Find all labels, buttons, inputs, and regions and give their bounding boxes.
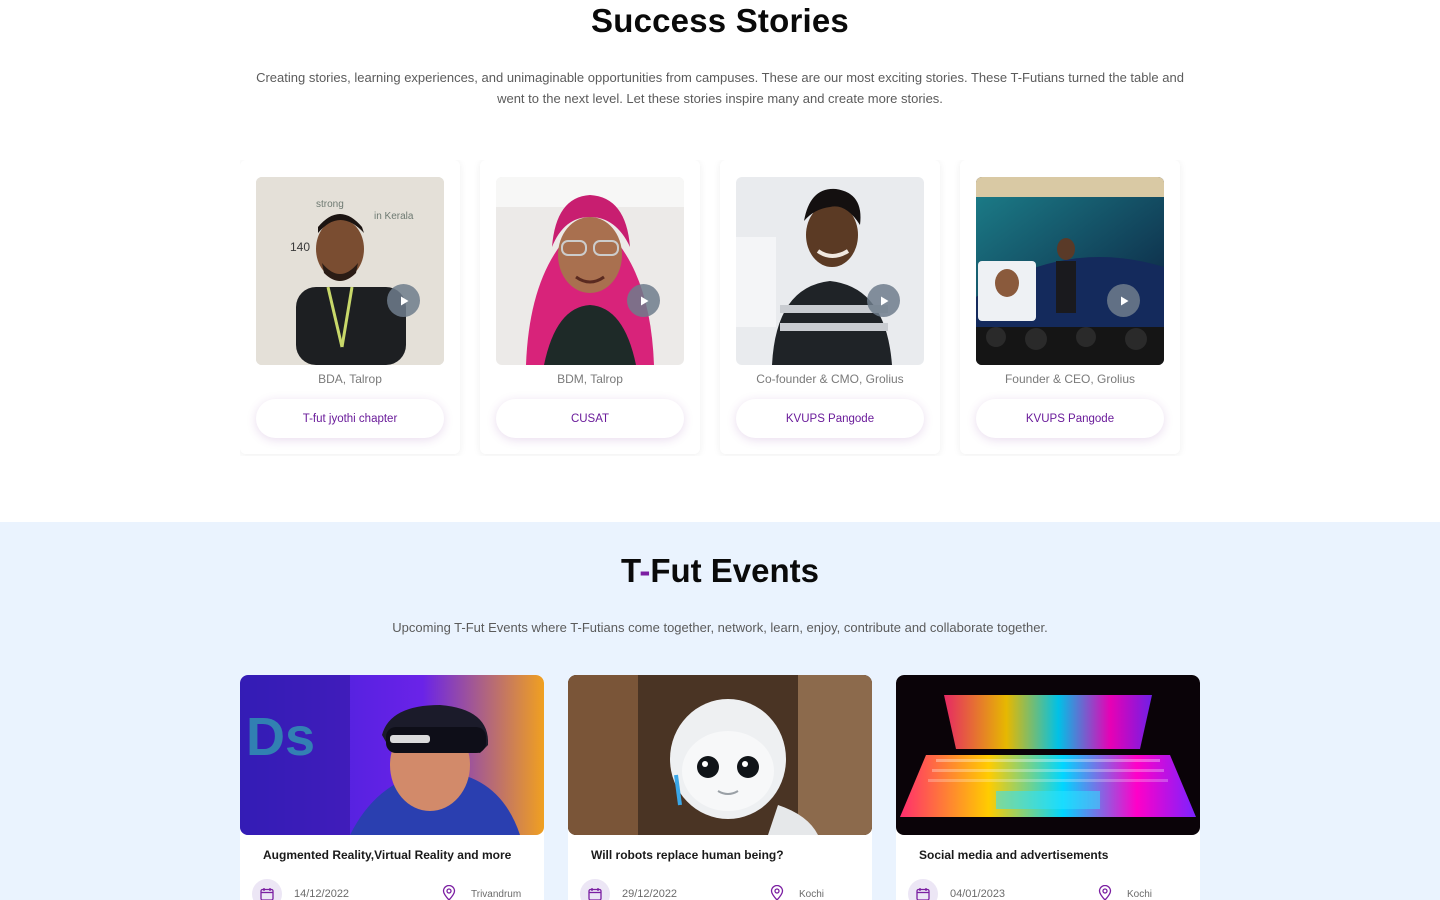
event-date: 29/12/2022	[622, 888, 678, 900]
calendar-icon	[908, 879, 938, 900]
location-pin-icon	[442, 884, 456, 900]
story-role: Founder & CEO, Grolius	[1004, 372, 1136, 386]
story-chapter-button[interactable]: T-fut jyothi chapter	[256, 399, 444, 438]
calendar-icon	[252, 879, 282, 900]
story-role: BDA, Talrop	[318, 372, 382, 386]
story-card[interactable]: Co-founder & CMO, Grolius KVUPS Pangode	[720, 160, 940, 454]
success-stories-title: Success Stories	[591, 2, 849, 39]
story-photo	[976, 177, 1164, 365]
event-image	[896, 675, 1200, 835]
story-photo	[496, 177, 684, 365]
location-pin-icon	[1098, 884, 1112, 900]
story-photo: strong in Kerala 140	[256, 177, 444, 365]
location-pin-icon	[770, 884, 784, 900]
event-card[interactable]: Will robots replace human being? 29/12/2…	[568, 675, 872, 900]
story-chapter-button[interactable]: CUSAT	[496, 399, 684, 438]
story-card[interactable]: strong in Kerala 140 BDA, Talrop T-fut j…	[240, 160, 460, 454]
play-icon[interactable]	[387, 284, 420, 317]
events-title-rest: Fut Events	[650, 552, 820, 589]
events-subtitle: Upcoming T-Fut Events where T-Futians co…	[392, 620, 1048, 635]
calendar-icon	[580, 879, 610, 900]
story-card[interactable]: BDM, Talrop CUSAT	[480, 160, 700, 454]
story-chapter-button[interactable]: KVUPS Pangode	[736, 399, 924, 438]
story-chapter-button[interactable]: KVUPS Pangode	[976, 399, 1164, 438]
story-role: Co-founder & CMO, Grolius	[756, 372, 904, 386]
events-title: T-Fut Events	[0, 552, 1440, 590]
event-location: Kochi	[1127, 889, 1153, 900]
event-date: 04/01/2023	[950, 888, 1006, 900]
event-date: 14/12/2022	[294, 888, 350, 900]
story-card[interactable]: Founder & CEO, Grolius KVUPS Pangode	[960, 160, 1180, 454]
event-location: Trivandrum	[471, 889, 522, 900]
svg-text:140: 140	[290, 240, 310, 254]
event-location: Kochi	[799, 889, 825, 900]
success-stories-subtitle: Creating stories, learning experiences, …	[256, 70, 1184, 106]
events-title-prefix: T	[620, 552, 640, 589]
event-title: Social media and advertisements	[919, 848, 1109, 862]
event-card[interactable]: Social media and advertisements 04/01/20…	[896, 675, 1200, 900]
svg-text:Ds: Ds	[246, 707, 315, 767]
event-card[interactable]: Ds Augmented Reality,Virtual Reality and…	[240, 675, 544, 900]
story-photo	[736, 177, 924, 365]
play-icon[interactable]	[627, 284, 660, 317]
event-image	[568, 675, 872, 835]
event-image: Ds	[240, 675, 544, 835]
play-icon[interactable]	[867, 284, 900, 317]
svg-text:in Kerala: in Kerala	[374, 211, 414, 222]
stories-carousel[interactable]: strong in Kerala 140 BDA, Talrop T-fut j…	[240, 160, 1200, 456]
event-title: Augmented Reality,Virtual Reality and mo…	[263, 848, 512, 862]
success-stories-section: Success Stories Creating stories, learni…	[0, 0, 1440, 522]
events-title-dash: -	[639, 552, 651, 589]
event-title: Will robots replace human being?	[591, 848, 784, 862]
svg-text:strong: strong	[316, 199, 344, 210]
play-icon[interactable]	[1107, 284, 1140, 317]
events-section: T-Fut Events Upcoming T-Fut Events where…	[0, 522, 1440, 900]
story-role: BDM, Talrop	[557, 372, 623, 386]
